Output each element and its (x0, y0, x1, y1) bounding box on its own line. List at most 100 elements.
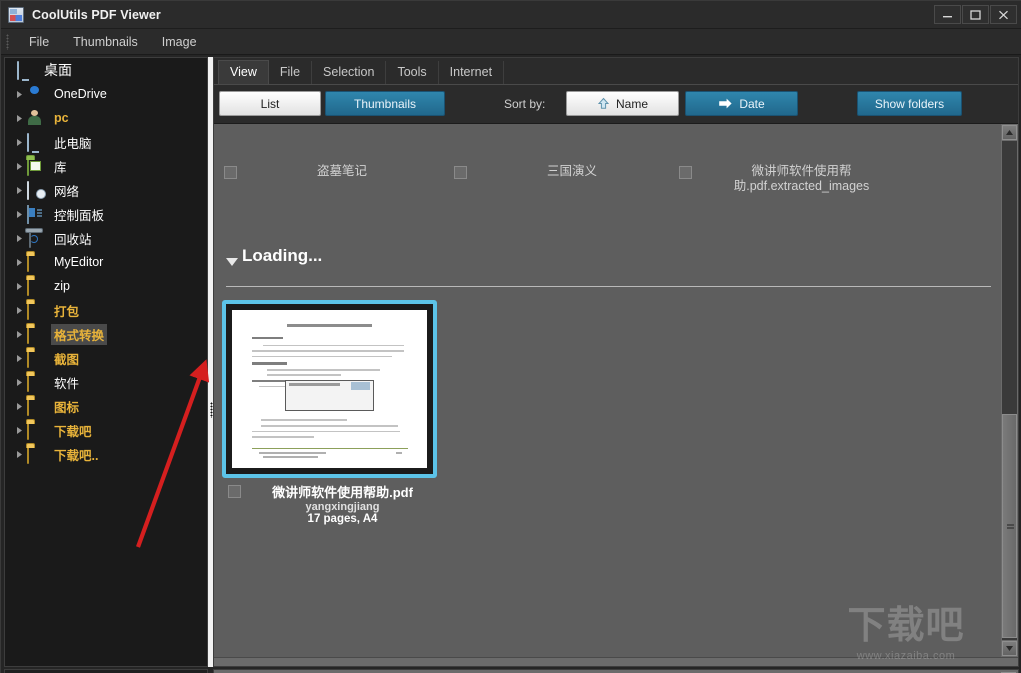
tree-item-onedrive[interactable]: OneDrive (5, 82, 207, 106)
tree-item-control-panel[interactable]: 控制面板 (5, 202, 207, 226)
tab-tools[interactable]: Tools (386, 61, 439, 84)
tree-item-label: 软件 (54, 376, 80, 391)
scrollbar-thumb[interactable] (1002, 414, 1017, 638)
status-bar (214, 657, 1018, 666)
browser-panel: View File Selection Tools Internet List … (213, 57, 1019, 667)
tree-item-label: 此电脑 (54, 136, 92, 151)
tree-item-label: 格式转换 (51, 323, 108, 345)
user-icon (27, 110, 45, 126)
application-window: CoolUtils PDF Viewer File Thumbnails Ima… (0, 0, 1021, 673)
zoom-slider-bar[interactable] (213, 669, 1019, 673)
folder-checkbox[interactable] (224, 166, 237, 179)
group-header[interactable]: Loading... (226, 246, 991, 284)
folder-icon (27, 373, 45, 392)
file-author: yangxingjiang (305, 501, 380, 513)
tab-file[interactable]: File (269, 61, 313, 84)
tree-item-recycle-bin[interactable]: 回收站 (5, 226, 207, 250)
file-name: 微讲师软件使用帮助.pdf (272, 485, 413, 500)
chevron-right-icon[interactable] (11, 282, 27, 291)
arrow-right-icon (719, 98, 732, 109)
cloud-icon (27, 86, 45, 102)
tree-item-format-conversion[interactable]: 格式转换 (5, 322, 207, 346)
menu-item-image[interactable]: Image (150, 32, 209, 52)
menu-item-file[interactable]: File (17, 32, 61, 52)
tree-item-myeditor[interactable]: MyEditor (5, 250, 207, 274)
chevron-right-icon[interactable] (11, 114, 27, 123)
folder-checkbox[interactable] (454, 166, 467, 179)
chevron-right-icon[interactable] (11, 378, 27, 387)
folder-item[interactable]: 盗墓笔记 (224, 164, 439, 179)
tree-item-label: 图标 (54, 400, 80, 415)
desktop-icon (17, 61, 35, 80)
tree-item-xiazaiba[interactable]: 下载吧 (5, 418, 207, 442)
tree-item-xiazaiba-2[interactable]: 下载吧.. (5, 442, 207, 466)
folder-icon (27, 397, 45, 416)
chevron-right-icon[interactable] (11, 306, 27, 315)
scroll-down-button[interactable] (1002, 641, 1017, 656)
view-toolbar: List Thumbnails Sort by: Name Date Show … (214, 85, 1018, 124)
chevron-right-icon[interactable] (11, 402, 27, 411)
tree-item-label: 库 (54, 160, 67, 175)
chevron-right-icon[interactable] (11, 330, 27, 339)
chevron-right-icon[interactable] (11, 138, 27, 147)
chevron-right-icon[interactable] (11, 210, 27, 219)
tree-item-label: pc (54, 111, 69, 125)
minimize-button[interactable] (934, 5, 961, 24)
menu-item-thumbnails[interactable]: Thumbnails (61, 32, 150, 52)
tree-item-software[interactable]: 软件 (5, 370, 207, 394)
tree-item-desktop[interactable]: 桌面 (5, 58, 207, 82)
file-thumbnail-frame[interactable] (222, 300, 437, 478)
triangle-down-icon[interactable] (226, 258, 238, 266)
tree-item-pc[interactable]: pc (5, 106, 207, 130)
chevron-right-icon[interactable] (11, 234, 27, 243)
group-header-label: Loading... (242, 246, 323, 265)
chevron-right-icon[interactable] (11, 186, 27, 195)
tree-item-this-pc[interactable]: 此电脑 (5, 130, 207, 154)
control-panel-icon (27, 205, 45, 224)
tree-item-label: 网络 (54, 184, 80, 199)
folder-name: 盗墓笔记 (316, 164, 367, 178)
folder-item[interactable]: 三国演义 (454, 164, 669, 179)
folder-name: 微讲师软件使用帮助.pdf.extracted_images (733, 164, 870, 193)
chevron-right-icon[interactable] (11, 354, 27, 363)
chevron-right-icon[interactable] (11, 162, 27, 171)
folder-checkbox[interactable] (679, 166, 692, 179)
chevron-right-icon[interactable] (11, 426, 27, 435)
chevron-right-icon[interactable] (11, 258, 27, 267)
sort-by-name-button[interactable]: Name (566, 91, 679, 116)
folder-tree-panel[interactable]: 桌面 OneDrive pc 此电脑 库 网络 控制面板 回收站 MyEdito… (4, 57, 208, 667)
scroll-up-button[interactable] (1002, 125, 1017, 140)
list-view-button[interactable]: List (219, 91, 321, 116)
tree-item-libraries[interactable]: 库 (5, 154, 207, 178)
thumbnails-view-button[interactable]: Thumbnails (325, 91, 445, 116)
tab-view[interactable]: View (218, 60, 269, 84)
document-page-preview (232, 310, 427, 468)
tab-selection[interactable]: Selection (312, 61, 387, 84)
menu-drag-grip[interactable] (6, 33, 9, 50)
tree-item-icons[interactable]: 图标 (5, 394, 207, 418)
tree-item-screenshots[interactable]: 截图 (5, 346, 207, 370)
file-browser-content[interactable]: 盗墓笔记 三国演义 微讲师软件使用帮助.pdf.extracted_images… (214, 124, 1001, 657)
maximize-button[interactable] (962, 5, 989, 24)
vertical-scrollbar[interactable] (1001, 124, 1018, 657)
arrow-up-icon (597, 97, 610, 109)
tab-bar: View File Selection Tools Internet (214, 58, 1018, 85)
caret-down-icon (1006, 646, 1013, 651)
tree-item-network[interactable]: 网络 (5, 178, 207, 202)
sort-by-date-button[interactable]: Date (685, 91, 798, 116)
file-checkbox[interactable] (228, 485, 241, 498)
title-bar: CoolUtils PDF Viewer (1, 1, 1021, 29)
show-folders-button[interactable]: Show folders (857, 91, 962, 116)
chevron-right-icon[interactable] (11, 90, 27, 99)
tree-item-label: 下载吧 (54, 424, 92, 439)
tab-internet[interactable]: Internet (439, 61, 505, 84)
file-page-info: 17 pages, A4 (307, 513, 378, 525)
tree-item-zip[interactable]: zip (5, 274, 207, 298)
main-body: 桌面 OneDrive pc 此电脑 库 网络 控制面板 回收站 MyEdito… (1, 55, 1021, 673)
folder-item[interactable]: 微讲师软件使用帮助.pdf.extracted_images (679, 164, 914, 194)
chevron-right-icon[interactable] (11, 450, 27, 459)
close-button[interactable] (990, 5, 1017, 24)
file-thumbnail-item[interactable]: 微讲师软件使用帮助.pdf yangxingjiang 17 pages, A4 (222, 300, 437, 525)
folder-icon (27, 349, 45, 368)
tree-item-dabao[interactable]: 打包 (5, 298, 207, 322)
